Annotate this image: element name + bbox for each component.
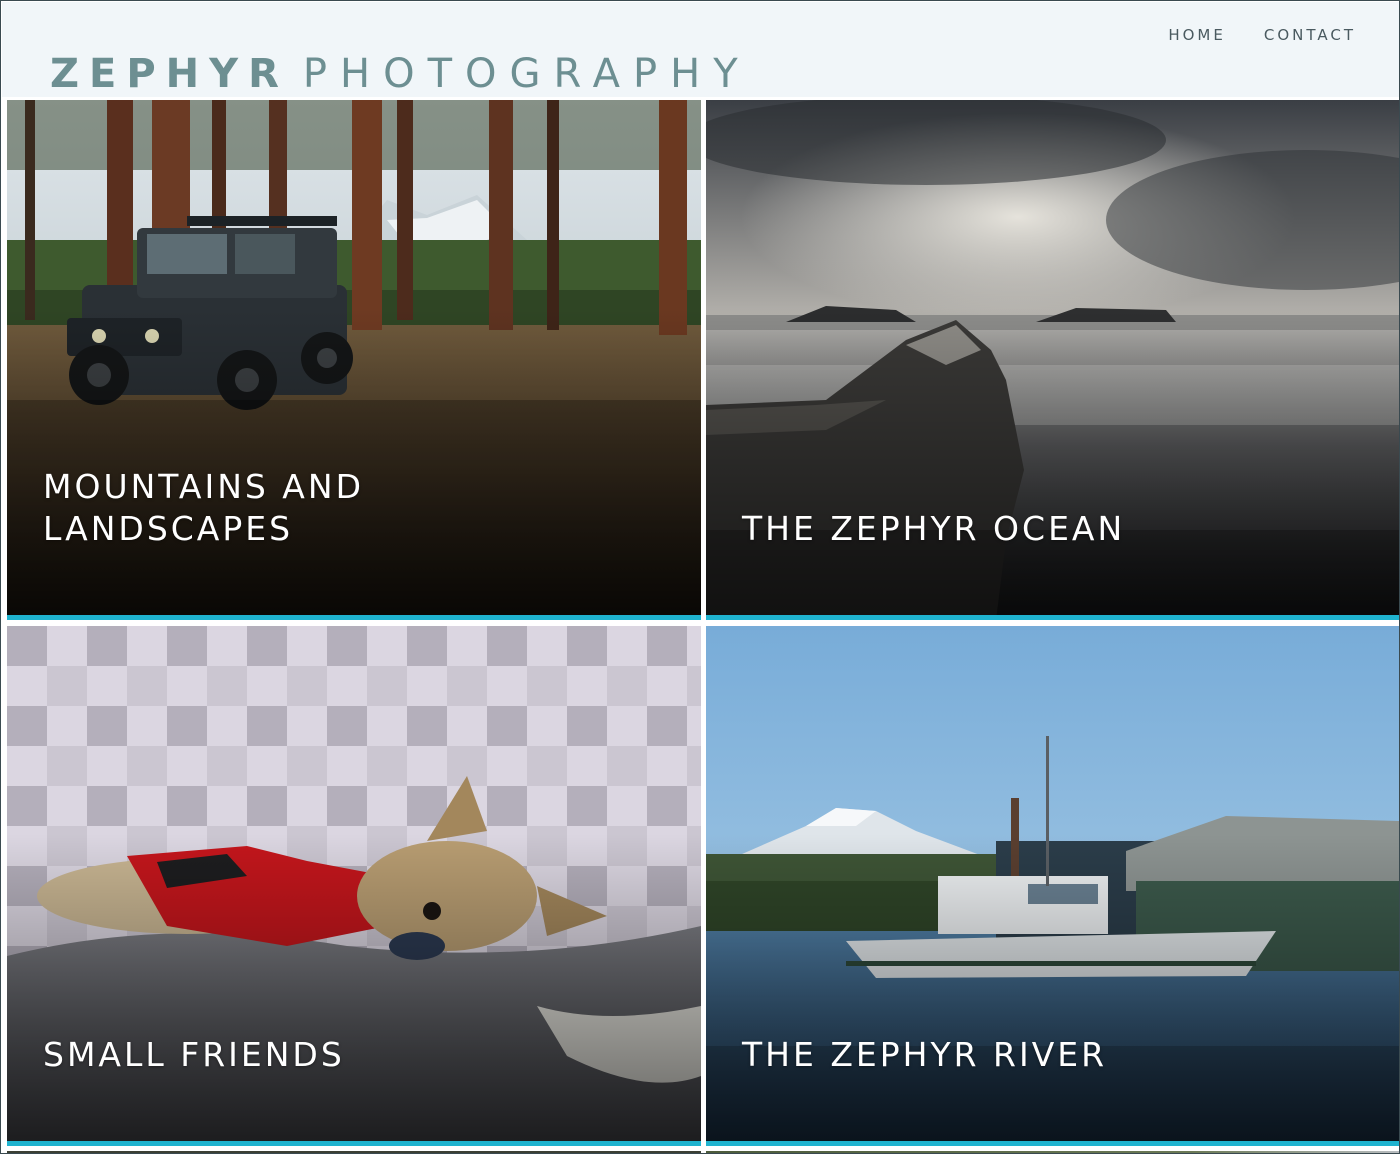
gallery-tile-small-friends[interactable]: SMALL FRIENDS bbox=[7, 626, 701, 1146]
tile-accent-bar bbox=[7, 615, 701, 620]
tile-title: THE ZEPHYR RIVER bbox=[742, 1035, 1108, 1074]
site-header: ZEPHYR PHOTOGRAPHY HOME CONTACT bbox=[2, 2, 1399, 98]
nav-home-link[interactable]: HOME bbox=[1168, 26, 1226, 44]
tile-shade bbox=[706, 834, 1399, 1146]
tile-accent-bar bbox=[7, 1141, 701, 1146]
tile-shade bbox=[706, 308, 1399, 620]
site-logo[interactable]: ZEPHYR PHOTOGRAPHY bbox=[50, 50, 751, 98]
gallery-tile-river[interactable]: THE ZEPHYR RIVER bbox=[706, 626, 1399, 1146]
tile-accent-bar bbox=[706, 1141, 1399, 1146]
gallery-tile-ocean[interactable]: THE ZEPHYR OCEAN bbox=[706, 100, 1399, 620]
tile-title: SMALL FRIENDS bbox=[43, 1035, 345, 1074]
nav-contact-link[interactable]: CONTACT bbox=[1264, 26, 1356, 44]
tile-title: MOUNTAINS AND LANDSCAPES bbox=[43, 467, 364, 548]
tile-accent-bar bbox=[706, 615, 1399, 620]
logo-word-zephyr: ZEPHYR bbox=[50, 51, 289, 97]
tile-title: THE ZEPHYR OCEAN bbox=[742, 509, 1126, 548]
tile-shade bbox=[7, 834, 701, 1146]
gallery-tile-mountains[interactable]: MOUNTAINS AND LANDSCAPES bbox=[7, 100, 701, 620]
tile-shade bbox=[7, 308, 701, 620]
top-nav: HOME CONTACT bbox=[1168, 26, 1356, 44]
page-frame: ZEPHYR PHOTOGRAPHY HOME CONTACT MOUNTAIN… bbox=[0, 0, 1400, 1154]
logo-word-photography: PHOTOGRAPHY bbox=[302, 51, 751, 97]
